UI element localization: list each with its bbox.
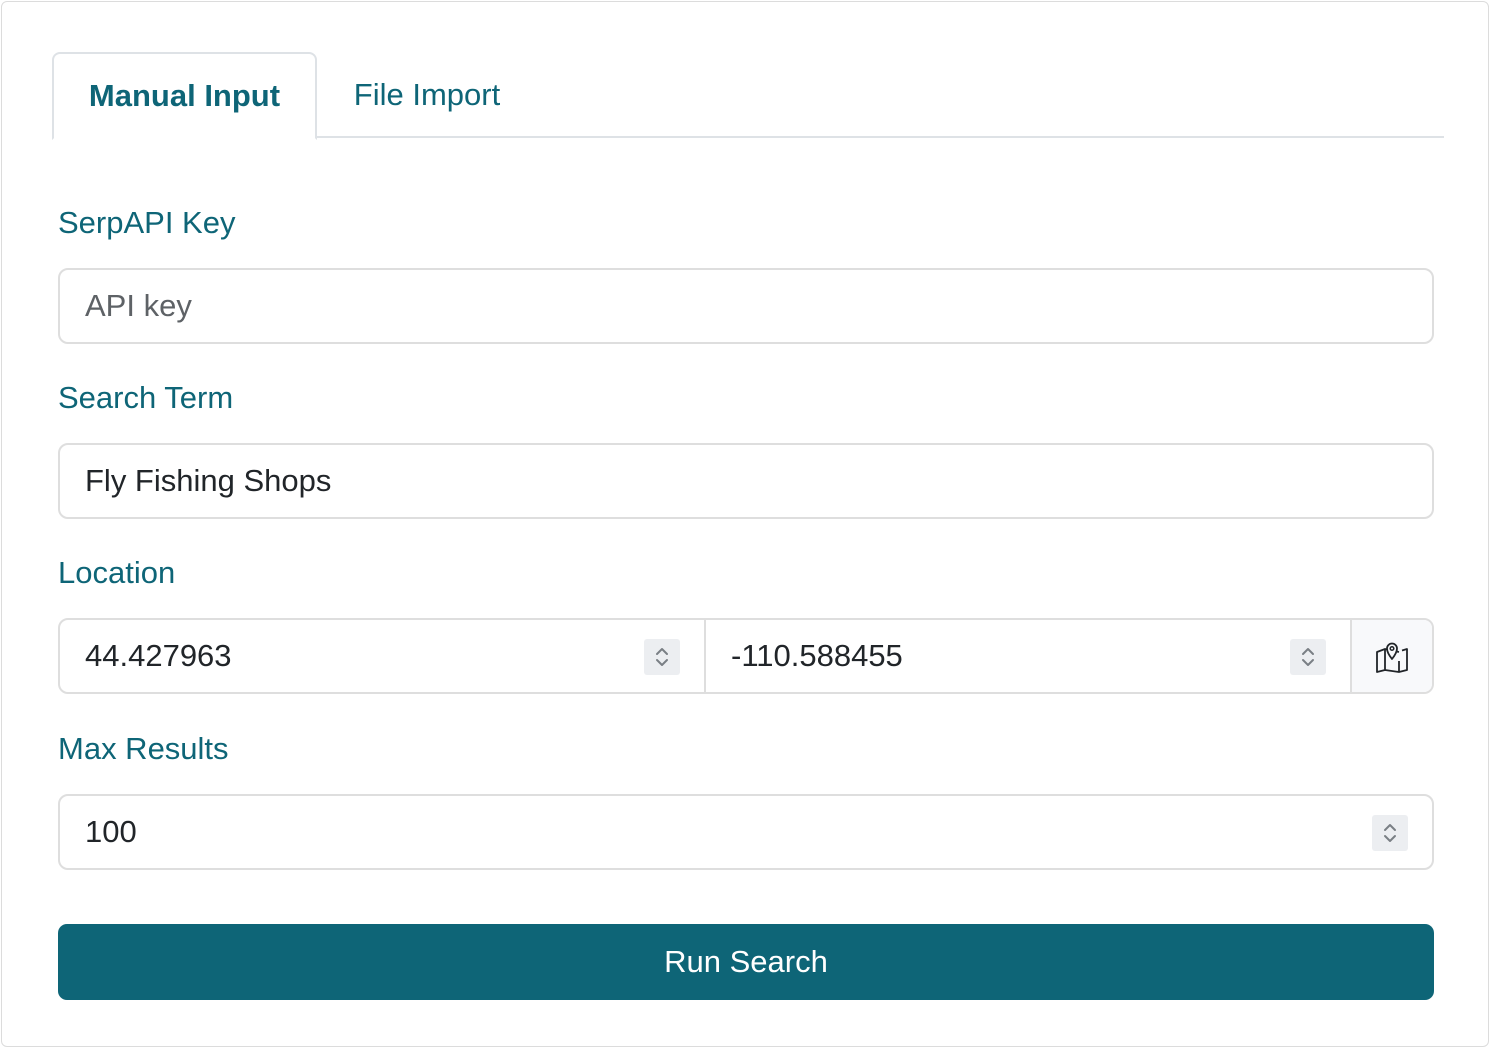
max-results-label: Max Results — [58, 731, 229, 766]
latitude-stepper[interactable] — [644, 639, 680, 675]
tab-file-import-label: File Import — [353, 77, 501, 112]
latitude-value: 44.427963 — [85, 638, 232, 673]
max-results-input[interactable]: 100 — [58, 794, 1434, 870]
api-key-placeholder: API key — [85, 288, 192, 323]
location-input-group: 44.427963 -110.588455 — [58, 618, 1434, 694]
run-search-button[interactable]: Run Search — [58, 924, 1434, 1000]
longitude-stepper[interactable] — [1290, 639, 1326, 675]
stepper-arrows-icon — [1302, 648, 1314, 666]
tab-file-import[interactable]: File Import — [317, 52, 537, 138]
run-search-label: Run Search — [664, 944, 828, 979]
location-label: Location — [58, 555, 176, 590]
api-key-label: SerpAPI Key — [58, 205, 236, 240]
search-term-label: Search Term — [58, 380, 234, 415]
tab-bar: Manual Input File Import — [52, 52, 1444, 140]
api-key-input[interactable]: API key — [58, 268, 1434, 344]
longitude-value: -110.588455 — [731, 638, 903, 673]
tab-manual-input[interactable]: Manual Input — [52, 52, 317, 140]
map-picker-button[interactable] — [1352, 620, 1432, 692]
max-results-stepper[interactable] — [1372, 815, 1408, 851]
search-term-value: Fly Fishing Shops — [85, 463, 332, 498]
stepper-arrows-icon — [656, 648, 668, 666]
search-card: Manual Input File Import — [1, 1, 1489, 1047]
latitude-input[interactable]: 44.427963 — [60, 620, 706, 692]
max-results-value: 100 — [85, 814, 137, 849]
search-term-input[interactable]: Fly Fishing Shops — [58, 443, 1434, 519]
longitude-input[interactable]: -110.588455 — [706, 620, 1352, 692]
map-pin-icon — [1376, 642, 1408, 673]
stepper-arrows-icon — [1384, 824, 1396, 842]
tab-manual-input-label: Manual Input — [88, 78, 281, 113]
